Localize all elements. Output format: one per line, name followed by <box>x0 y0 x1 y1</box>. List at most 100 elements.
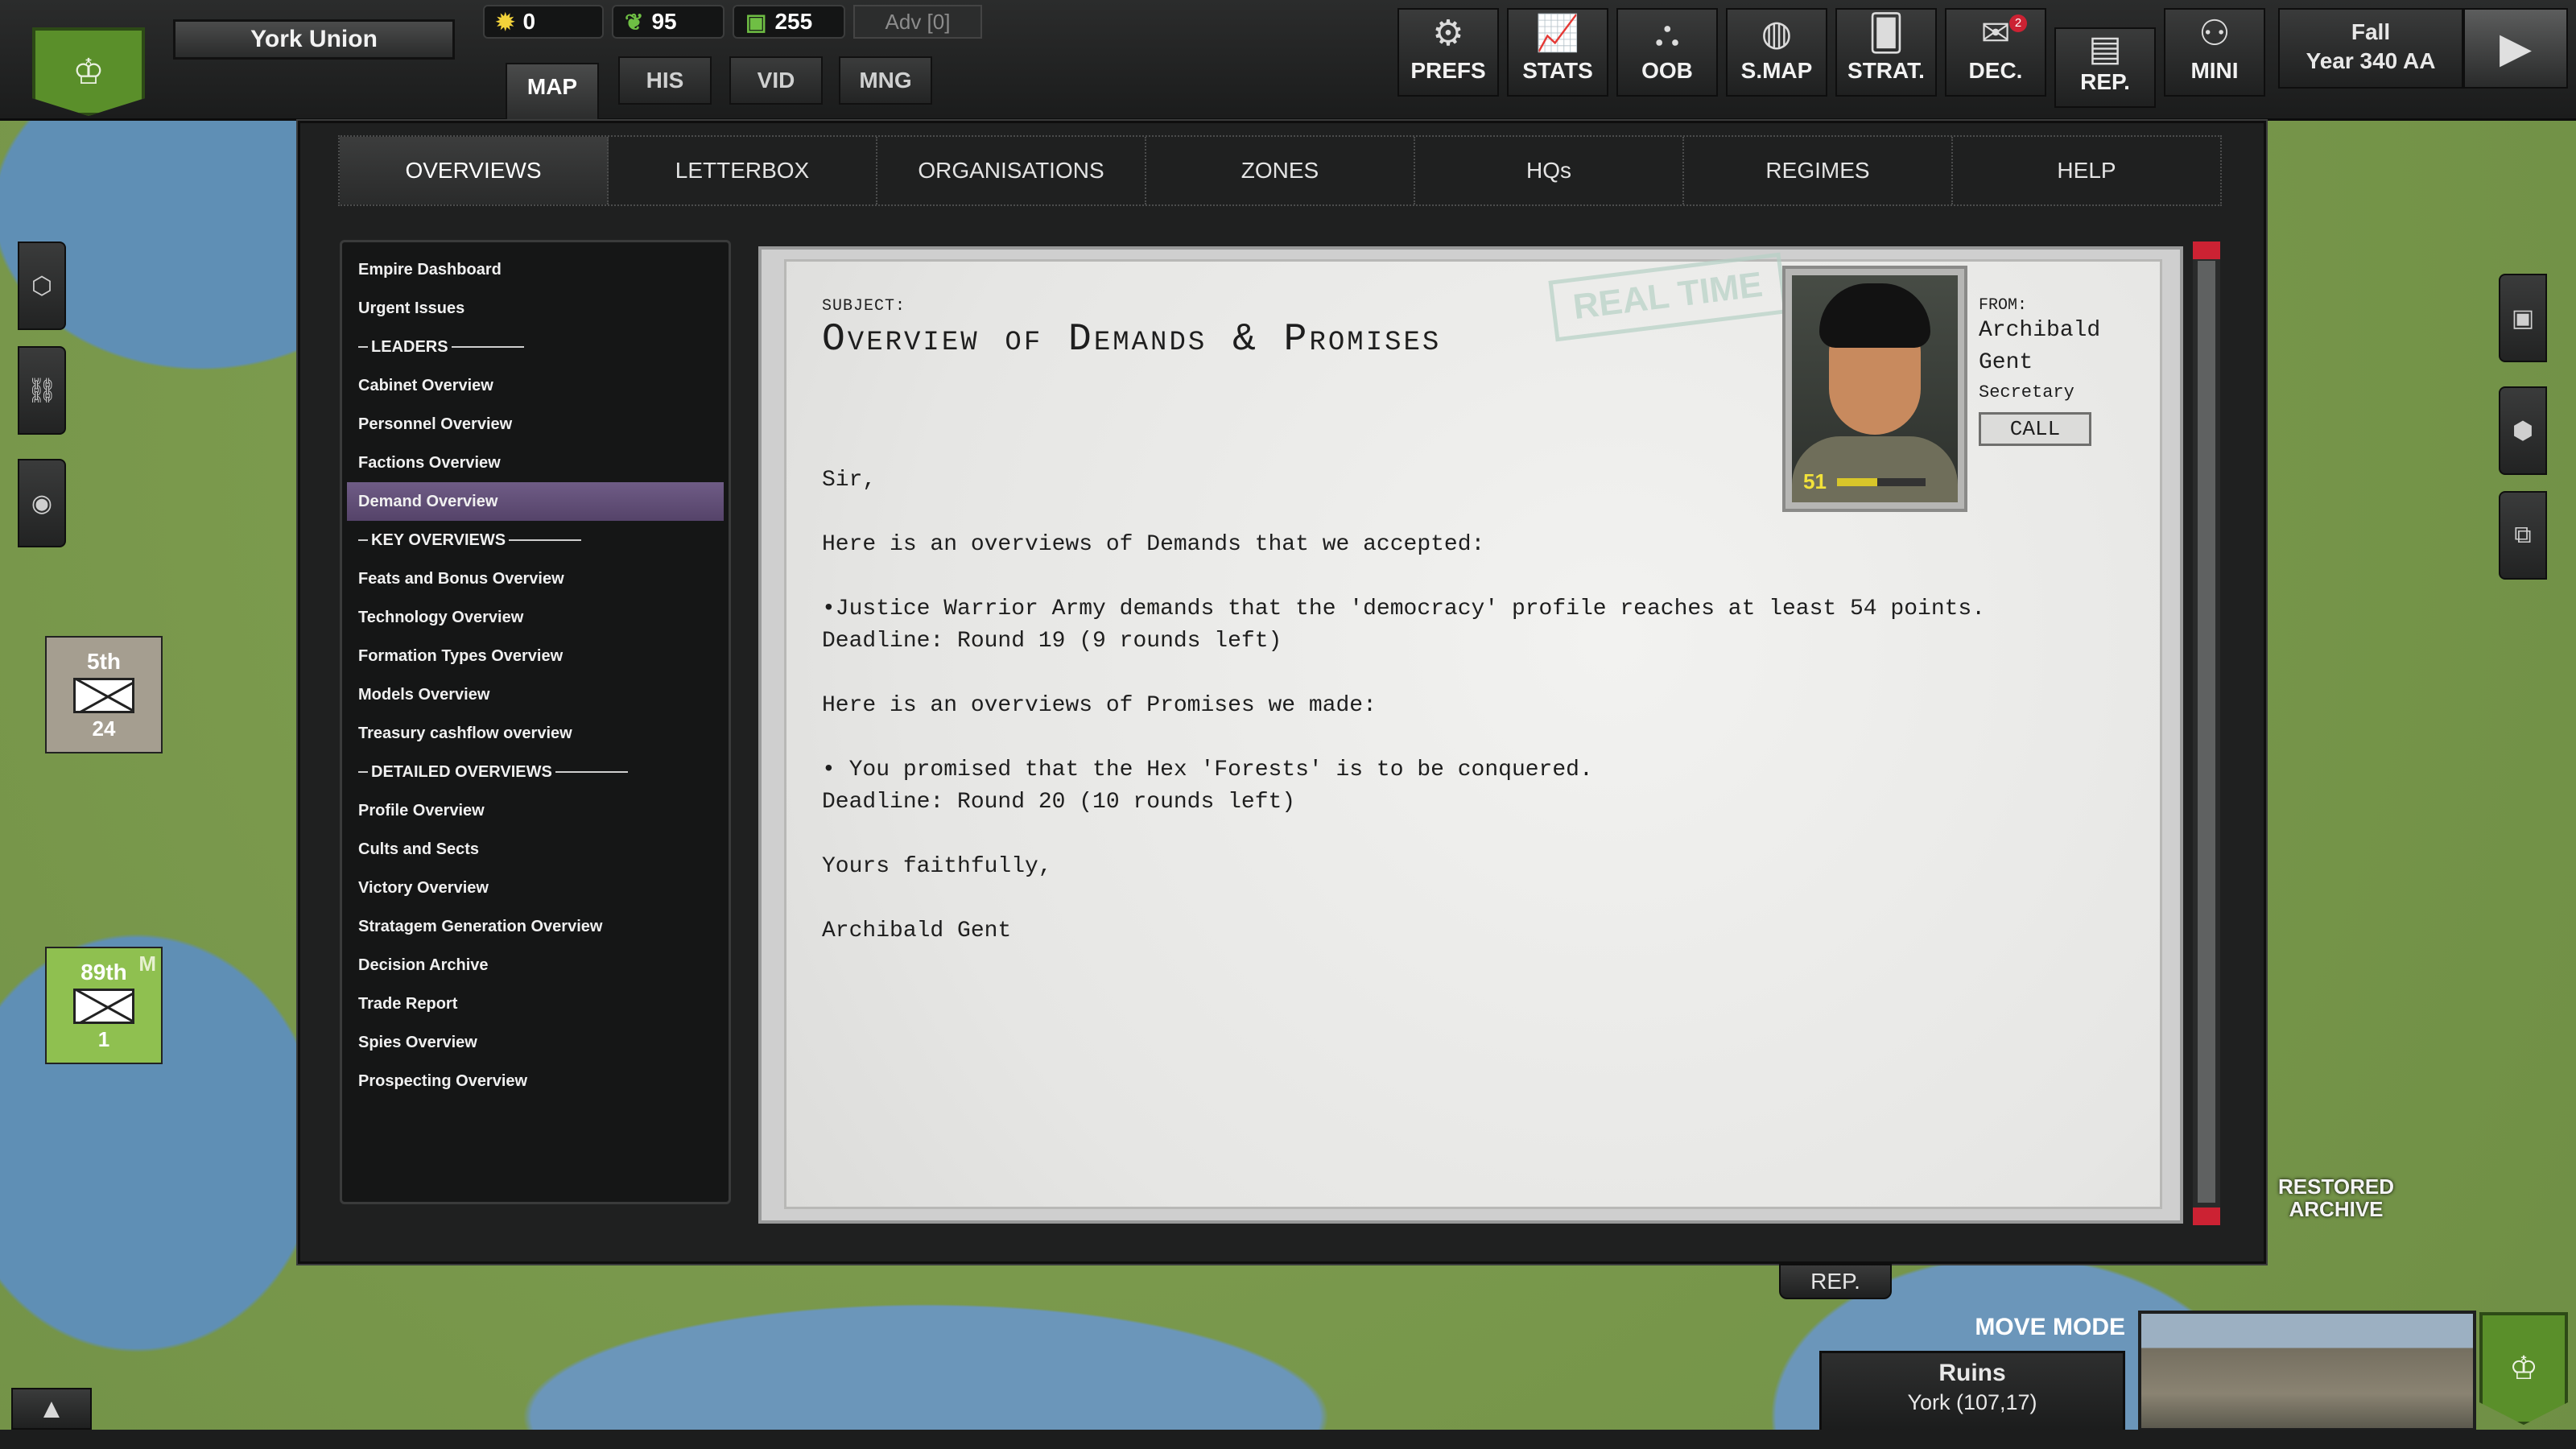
faction-emblem[interactable]: ♔ <box>32 27 145 116</box>
tab-hqs[interactable]: HQs <box>1415 137 1684 204</box>
overview-list-item[interactable]: Formation Types Overview <box>342 637 729 675</box>
infantry-icon <box>73 989 134 1024</box>
call-button[interactable]: CALL <box>1979 412 2091 446</box>
overview-list-item[interactable]: Victory Overview <box>342 869 729 907</box>
portrait-bar <box>1837 478 1926 486</box>
person-icon: ⚇ <box>2198 14 2231 53</box>
resource-cash[interactable]: ▣ 255 <box>733 5 845 39</box>
portrait-hair <box>1819 283 1930 348</box>
collapse-button[interactable]: ▲ <box>11 1388 92 1430</box>
rep-button[interactable]: ▤ REP. <box>2054 27 2156 108</box>
corner-faction-emblem[interactable]: ♔ <box>2479 1312 2568 1425</box>
side-network-button[interactable]: ⛓ <box>18 346 66 435</box>
oob-button[interactable]: ⛬ OOB <box>1616 8 1718 97</box>
dec-button[interactable]: ✉ DEC. 2 <box>1945 8 2046 97</box>
tab-organisations[interactable]: ORGANISATIONS <box>877 137 1146 204</box>
section-label: DETAILED OVERVIEWS <box>371 763 552 781</box>
letter-body: Sir, Here is an overviews of Demands tha… <box>822 468 1986 943</box>
smap-button[interactable]: ◍ S.MAP <box>1726 8 1827 97</box>
overview-list-item[interactable]: Prospecting Overview <box>342 1062 729 1100</box>
terrain-name: Ruins <box>1938 1360 2006 1386</box>
overview-list-item[interactable]: Treasury cashflow overview <box>342 714 729 753</box>
nation-name[interactable]: York Union <box>173 19 455 60</box>
location-coords: York (107,17) <box>1907 1390 2037 1414</box>
globe-icon: ◍ <box>1761 14 1793 53</box>
side-target-button[interactable]: ◉ <box>18 459 66 547</box>
side-cube-button[interactable]: ⬡ <box>18 242 66 330</box>
sender-portrait[interactable]: 51 <box>1782 266 1967 512</box>
right-copy-button[interactable]: ⧉ <box>2499 491 2547 580</box>
stats-button[interactable]: 📈 STATS <box>1507 8 1608 97</box>
scroll-down-button[interactable] <box>2193 1208 2220 1225</box>
divider <box>358 346 368 348</box>
envelope-icon: ✉ <box>1980 14 2011 53</box>
document-icon: ▤ <box>2088 29 2122 68</box>
tab-overviews[interactable]: OVERVIEWS <box>340 137 609 204</box>
overview-list-item[interactable]: Urgent Issues <box>342 289 729 328</box>
from-block: FROM: Archibald Gent Secretary CALL <box>1979 296 2140 446</box>
advisor-indicator[interactable]: Adv [0] <box>853 5 982 39</box>
tab-regimes[interactable]: REGIMES <box>1684 137 1953 204</box>
tab-mng[interactable]: MNG <box>839 56 932 105</box>
tab-map[interactable]: MAP <box>506 63 599 121</box>
unit-strength: 1 <box>97 1027 110 1051</box>
divider <box>509 539 582 541</box>
location-box: Ruins York (107,17) <box>1819 1351 2125 1435</box>
divider <box>358 771 368 773</box>
overview-list: Empire Dashboard Urgent Issues LEADERS Cabi… <box>340 240 731 1204</box>
tab-vid[interactable]: VID <box>729 56 823 105</box>
layers-icon: ⬢ <box>2512 417 2534 444</box>
section-label: KEY OVERVIEWS <box>371 531 506 549</box>
copy-icon: ⧉ <box>2514 522 2532 548</box>
list-section-header: KEY OVERVIEWS <box>342 521 729 559</box>
mini-button[interactable]: ⚇ MINI <box>2164 8 2265 97</box>
resource-sun[interactable]: ✹ 0 <box>483 5 604 39</box>
play-icon: ▶ <box>2500 25 2532 72</box>
tab-zones[interactable]: ZONES <box>1146 137 1415 204</box>
overview-list-item[interactable]: Stratagem Generation Overview <box>342 907 729 946</box>
overview-list-item[interactable]: Cults and Sects <box>342 830 729 869</box>
bottom-bar <box>0 1430 2576 1449</box>
overview-list-item[interactable]: Profile Overview <box>342 791 729 830</box>
section-label: LEADERS <box>371 338 448 356</box>
rep-tab[interactable]: REP. <box>1779 1264 1892 1299</box>
tab-letterbox[interactable]: LETTERBOX <box>609 137 877 204</box>
resource-value: 95 <box>651 9 677 34</box>
end-turn-button[interactable]: ▶ <box>2463 8 2568 89</box>
overview-list-item[interactable]: Demand Overview <box>347 482 724 521</box>
scroll-thumb[interactable] <box>2198 261 2215 1203</box>
overview-list-item[interactable]: Empire Dashboard <box>342 250 729 289</box>
unit-counter[interactable]: 89th 1 M <box>45 947 163 1064</box>
unit-name: 5th <box>87 649 121 674</box>
overview-list-item[interactable]: Cabinet Overview <box>342 366 729 405</box>
from-label: FROM: <box>1979 296 2028 315</box>
faction-crest-icon: ♔ <box>2509 1351 2538 1386</box>
chart-icon: 📈 <box>1535 14 1580 53</box>
map-site-label[interactable]: RESTORED ARCHIVE <box>2272 1175 2401 1220</box>
portrait-level: 51 <box>1803 469 1827 493</box>
strat-button[interactable]: 🂠 STRAT. <box>1835 8 1937 97</box>
main-tabs: OVERVIEWS LETTERBOX ORGANISATIONS ZONES … <box>338 135 2222 206</box>
overview-list-item[interactable]: Trade Report <box>342 985 729 1023</box>
unit-counter[interactable]: 5th 24 <box>45 636 163 753</box>
gear-icon: ⚙ <box>1432 14 1464 53</box>
prefs-button[interactable]: ⚙ PREFS <box>1397 8 1499 97</box>
overview-list-item[interactable]: Personnel Overview <box>342 405 729 444</box>
overview-list-item[interactable]: Models Overview <box>342 675 729 714</box>
terrain-image <box>2138 1311 2476 1431</box>
overview-list-item[interactable]: Feats and Bonus Overview <box>342 559 729 598</box>
tab-help[interactable]: HELP <box>1953 137 2220 204</box>
right-layers-button[interactable]: ⬢ <box>2499 386 2547 475</box>
tab-his[interactable]: HIS <box>618 56 712 105</box>
overview-list-item[interactable]: Technology Overview <box>342 598 729 637</box>
scroll-up-button[interactable] <box>2193 242 2220 259</box>
resource-food[interactable]: ❦ 95 <box>612 5 724 39</box>
network-icon: ⛓ <box>26 377 58 404</box>
cards-icon: 🂠 <box>1868 14 1905 53</box>
unit-tag: M <box>138 952 156 976</box>
overview-list-item[interactable]: Spies Overview <box>342 1023 729 1062</box>
overview-list-item[interactable]: Factions Overview <box>342 444 729 482</box>
overview-list-item[interactable]: Decision Archive <box>342 946 729 985</box>
right-panel-button[interactable]: ▣ <box>2499 274 2547 362</box>
season-indicator: Fall Year 340 AA <box>2278 8 2463 89</box>
